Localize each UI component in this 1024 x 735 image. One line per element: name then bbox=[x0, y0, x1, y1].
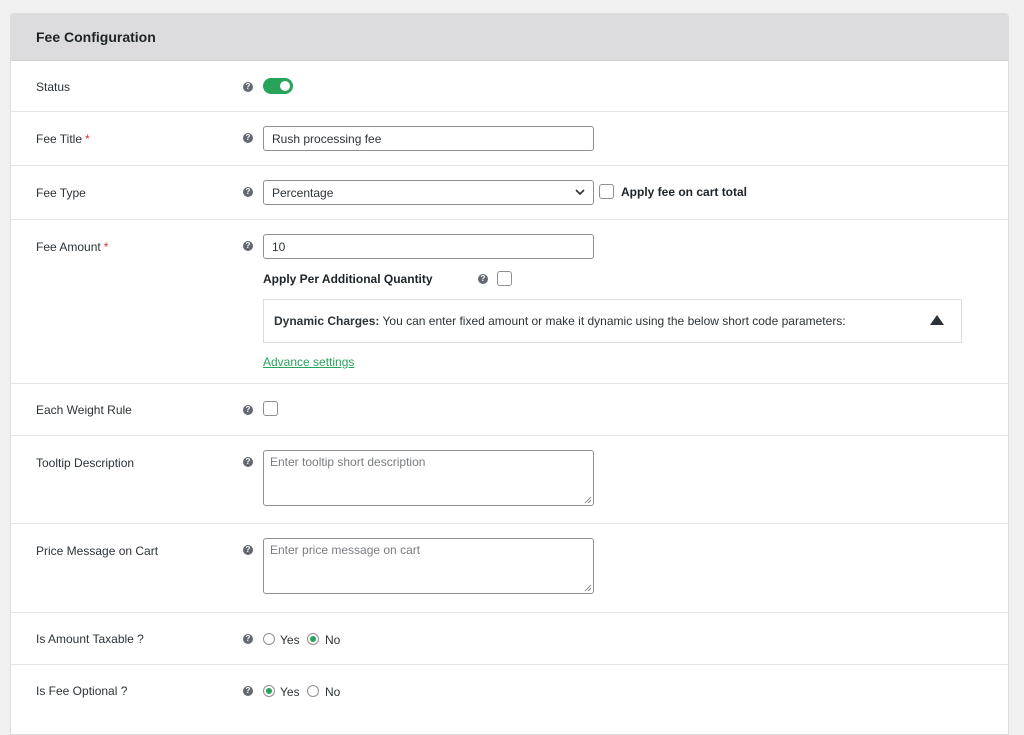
fee-type-selected: Percentage bbox=[272, 185, 334, 200]
taxable-label: Is Amount Taxable ? bbox=[36, 632, 144, 646]
optional-no-radio[interactable] bbox=[307, 685, 319, 697]
price-message-label: Price Message on Cart bbox=[36, 544, 159, 558]
triangle-up-icon[interactable] bbox=[930, 315, 944, 325]
dynamic-charges-text: Dynamic Charges: You can enter fixed amo… bbox=[274, 314, 846, 328]
resize-grip-icon[interactable] bbox=[584, 496, 592, 504]
status-toggle[interactable] bbox=[263, 78, 293, 94]
tooltip-label: Tooltip Description bbox=[36, 456, 135, 470]
apply-cart-total-label: Apply fee on cart total bbox=[621, 185, 748, 199]
chevron-down-icon bbox=[575, 189, 585, 196]
advance-settings-link[interactable]: Advance settings bbox=[263, 355, 354, 369]
taxable-row: Is Amount Taxable ? ? Yes No bbox=[11, 613, 1008, 665]
toggle-knob bbox=[280, 81, 290, 91]
fee-type-row: Fee Type ? Percentage Apply fee on cart … bbox=[11, 166, 1008, 220]
fee-amount-row: Fee Amount* ? Apply Per Additional Quant… bbox=[11, 220, 1008, 384]
optional-yes-label: Yes bbox=[280, 685, 300, 699]
resize-grip-icon[interactable] bbox=[584, 584, 592, 592]
required-mark: * bbox=[103, 240, 109, 254]
fee-title-input[interactable] bbox=[263, 126, 594, 151]
apply-cart-total-checkbox[interactable] bbox=[599, 184, 614, 199]
fee-type-select[interactable]: Percentage bbox=[263, 180, 594, 205]
help-icon[interactable]: ? bbox=[243, 187, 253, 197]
weight-rule-checkbox[interactable] bbox=[263, 401, 278, 416]
status-label: Status bbox=[36, 80, 71, 94]
fee-type-label: Fee Type bbox=[36, 186, 86, 200]
help-icon[interactable]: ? bbox=[243, 241, 253, 251]
fee-amount-input[interactable] bbox=[263, 234, 594, 259]
dynamic-charges-box[interactable]: Dynamic Charges: You can enter fixed amo… bbox=[263, 299, 962, 343]
per-quantity-label: Apply Per Additional Quantity bbox=[263, 272, 433, 286]
per-quantity-checkbox[interactable] bbox=[497, 271, 512, 286]
optional-yes-radio[interactable] bbox=[263, 685, 275, 697]
tooltip-textarea[interactable]: Enter tooltip short description bbox=[263, 450, 594, 506]
optional-row: Is Fee Optional ? ? Yes No bbox=[11, 665, 1008, 725]
tooltip-placeholder: Enter tooltip short description bbox=[270, 455, 426, 469]
required-mark: * bbox=[85, 132, 90, 146]
optional-label: Is Fee Optional ? bbox=[36, 684, 128, 698]
taxable-no-label: No bbox=[325, 633, 341, 647]
fee-title-row: Fee Title * ? bbox=[11, 112, 1008, 166]
fee-configuration-panel: Fee Configuration Status ? Fee Title * ? … bbox=[10, 13, 1009, 735]
help-icon[interactable]: ? bbox=[243, 634, 253, 644]
taxable-yes-label: Yes bbox=[280, 633, 300, 647]
fee-title-label: Fee Title * bbox=[36, 132, 90, 146]
help-icon[interactable]: ? bbox=[243, 457, 253, 467]
help-icon[interactable]: ? bbox=[243, 405, 253, 415]
taxable-no-radio[interactable] bbox=[307, 633, 319, 645]
taxable-yes-radio[interactable] bbox=[263, 633, 275, 645]
weight-rule-row: Each Weight Rule ? bbox=[11, 384, 1008, 436]
help-icon[interactable]: ? bbox=[243, 545, 253, 555]
fee-amount-label: Fee Amount * bbox=[36, 240, 109, 254]
price-message-placeholder: Enter price message on cart bbox=[270, 543, 421, 557]
dynamic-charges-title: Dynamic Charges: bbox=[274, 314, 380, 328]
price-message-textarea[interactable]: Enter price message on cart bbox=[263, 538, 594, 594]
price-message-row: Price Message on Cart ? Enter price mess… bbox=[11, 524, 1008, 613]
help-icon[interactable]: ? bbox=[478, 274, 488, 284]
status-row: Status ? bbox=[11, 61, 1008, 112]
help-icon[interactable]: ? bbox=[243, 686, 253, 696]
weight-rule-label: Each Weight Rule bbox=[36, 403, 132, 417]
panel-title: Fee Configuration bbox=[11, 14, 1008, 61]
help-icon[interactable]: ? bbox=[243, 133, 253, 143]
tooltip-row: Tooltip Description ? Enter tooltip shor… bbox=[11, 436, 1008, 524]
optional-no-label: No bbox=[325, 685, 341, 699]
help-icon[interactable]: ? bbox=[243, 82, 253, 92]
